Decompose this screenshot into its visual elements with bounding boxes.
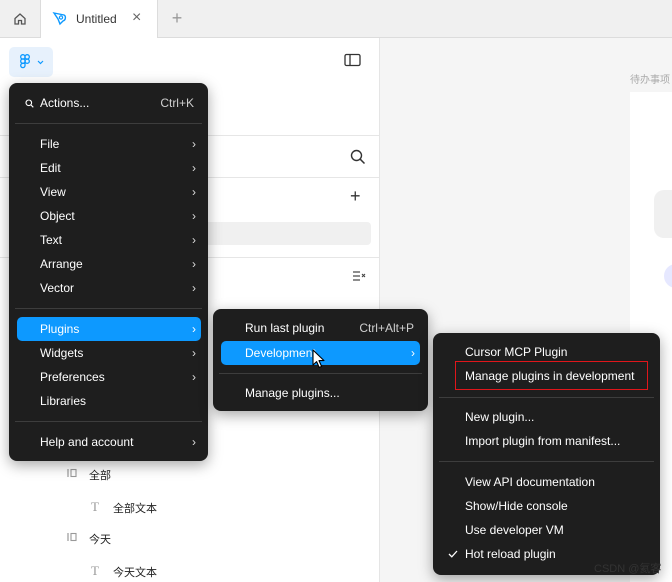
menu-separator (439, 461, 654, 462)
text-icon: T (91, 563, 99, 578)
menu-item-label: Import plugin from manifest... (465, 434, 621, 448)
search-icon[interactable] (350, 149, 366, 165)
home-tab[interactable] (0, 0, 41, 37)
menu-item-label: Arrange (40, 257, 83, 271)
frame-label[interactable]: 待办事项 (630, 71, 670, 86)
mouse-cursor-icon (312, 349, 325, 369)
document-title: Untitled (76, 12, 117, 26)
menu-item-show-hide-console[interactable]: Show/Hide console (439, 494, 654, 518)
chevron-right-icon: › (192, 233, 196, 247)
menu-item-edit[interactable]: Edit › (15, 156, 202, 180)
layer-item[interactable]: 今天 (89, 531, 111, 547)
menu-item-label: Plugins (40, 322, 80, 336)
menu-item-actions[interactable]: Actions... Ctrl+K (15, 91, 202, 115)
menu-item-label: Actions... (40, 96, 90, 110)
menu-item-label: File (40, 137, 60, 151)
panel-toggle-icon[interactable] (344, 53, 362, 67)
menu-item-label: Libraries (40, 394, 87, 408)
menu-separator (15, 421, 202, 422)
menu-item-arrange[interactable]: Arrange › (15, 252, 202, 276)
chevron-down-icon (37, 60, 44, 65)
menu-item-label: View API documentation (465, 475, 595, 489)
chevron-right-icon: › (192, 161, 196, 175)
chevron-right-icon: › (192, 435, 196, 449)
menu-item-label: Run last plugin (245, 321, 325, 335)
frame-icon (67, 532, 77, 545)
menu-item-new-plugin[interactable]: New plugin... (439, 405, 654, 429)
menu-item-label: Use developer VM (465, 523, 564, 537)
menu-item-text[interactable]: Text › (15, 228, 202, 252)
menu-item-view-api-documentation[interactable]: View API documentation (439, 470, 654, 494)
watermark-text: CSDN @氦客 (594, 563, 662, 575)
menu-item-label: Manage plugins... (245, 386, 340, 400)
menu-item-label: Vector (40, 281, 75, 295)
menu-separator (439, 397, 654, 398)
menu-separator (15, 123, 202, 124)
search-icon (25, 99, 34, 108)
chevron-right-icon: › (192, 257, 196, 271)
menu-item-preferences[interactable]: Preferences › (15, 365, 202, 389)
close-icon[interactable]: × (132, 10, 141, 26)
annotation-highlight-box (455, 361, 648, 390)
add-page-icon[interactable]: + (350, 187, 361, 205)
layer-item[interactable]: 今天文本 (113, 564, 157, 580)
chevron-right-icon: › (411, 346, 415, 360)
page-item[interactable] (186, 222, 371, 245)
frame-avatar[interactable] (664, 264, 672, 288)
main-menu: Actions... Ctrl+K File › Edit › View › O… (9, 83, 208, 461)
menu-item-run-last-plugin[interactable]: Run last plugin Ctrl+Alt+P (219, 316, 422, 340)
shortcut-label: Ctrl+Alt+P (359, 321, 414, 335)
menu-separator (15, 308, 202, 309)
menu-item-label: Text (40, 233, 63, 247)
chevron-right-icon: › (192, 209, 196, 223)
menu-item-label: Hot reload plugin (465, 547, 556, 561)
menu-item-label: Show/Hide console (465, 499, 568, 513)
figma-logo-icon (20, 54, 30, 69)
menu-item-label: Widgets (40, 346, 84, 360)
menu-item-label: New plugin... (465, 410, 535, 424)
chevron-right-icon: › (192, 322, 196, 336)
collapse-layers-icon[interactable] (352, 270, 366, 282)
chevron-right-icon: › (192, 281, 196, 295)
menu-item-label: Edit (40, 161, 61, 175)
new-tab-button[interactable]: + (165, 7, 189, 31)
chevron-right-icon: › (192, 137, 196, 151)
text-icon: T (91, 499, 99, 514)
menu-item-libraries[interactable]: Libraries (15, 389, 202, 413)
layer-item[interactable]: 全部文本 (113, 500, 157, 516)
menu-item-import-plugin-from-manifest[interactable]: Import plugin from manifest... (439, 429, 654, 453)
layer-item[interactable]: 全部 (89, 467, 111, 483)
menu-item-widgets[interactable]: Widgets › (15, 341, 202, 365)
frame-card[interactable] (654, 190, 672, 238)
chevron-right-icon: › (192, 185, 196, 199)
frame-icon (67, 468, 77, 481)
chevron-right-icon: › (192, 370, 196, 384)
menu-item-label: Preferences (40, 370, 105, 384)
menu-item-file[interactable]: File › (15, 132, 202, 156)
document-tab[interactable]: Untitled × (41, 0, 158, 38)
menu-item-plugins[interactable]: Plugins › (17, 317, 201, 341)
menu-item-label: Development (245, 346, 316, 360)
menu-item-view[interactable]: View › (15, 180, 202, 204)
checkmark-icon (448, 550, 458, 558)
menu-item-object[interactable]: Object › (15, 204, 202, 228)
menu-item-use-developer-vm[interactable]: Use developer VM (439, 518, 654, 542)
menu-separator (219, 373, 422, 374)
main-menu-button[interactable] (9, 47, 53, 77)
menu-item-help[interactable]: Help and account › (15, 430, 202, 454)
menu-item-vector[interactable]: Vector › (15, 276, 202, 300)
home-icon (14, 12, 26, 25)
menu-item-label: Object (40, 209, 75, 223)
shortcut-label: Ctrl+K (160, 96, 194, 110)
chevron-right-icon: › (192, 346, 196, 360)
document-logo-icon (52, 11, 67, 26)
menu-item-label: View (40, 185, 66, 199)
menu-item-label: Help and account (40, 435, 134, 449)
menu-item-manage-plugins[interactable]: Manage plugins... (219, 381, 422, 405)
